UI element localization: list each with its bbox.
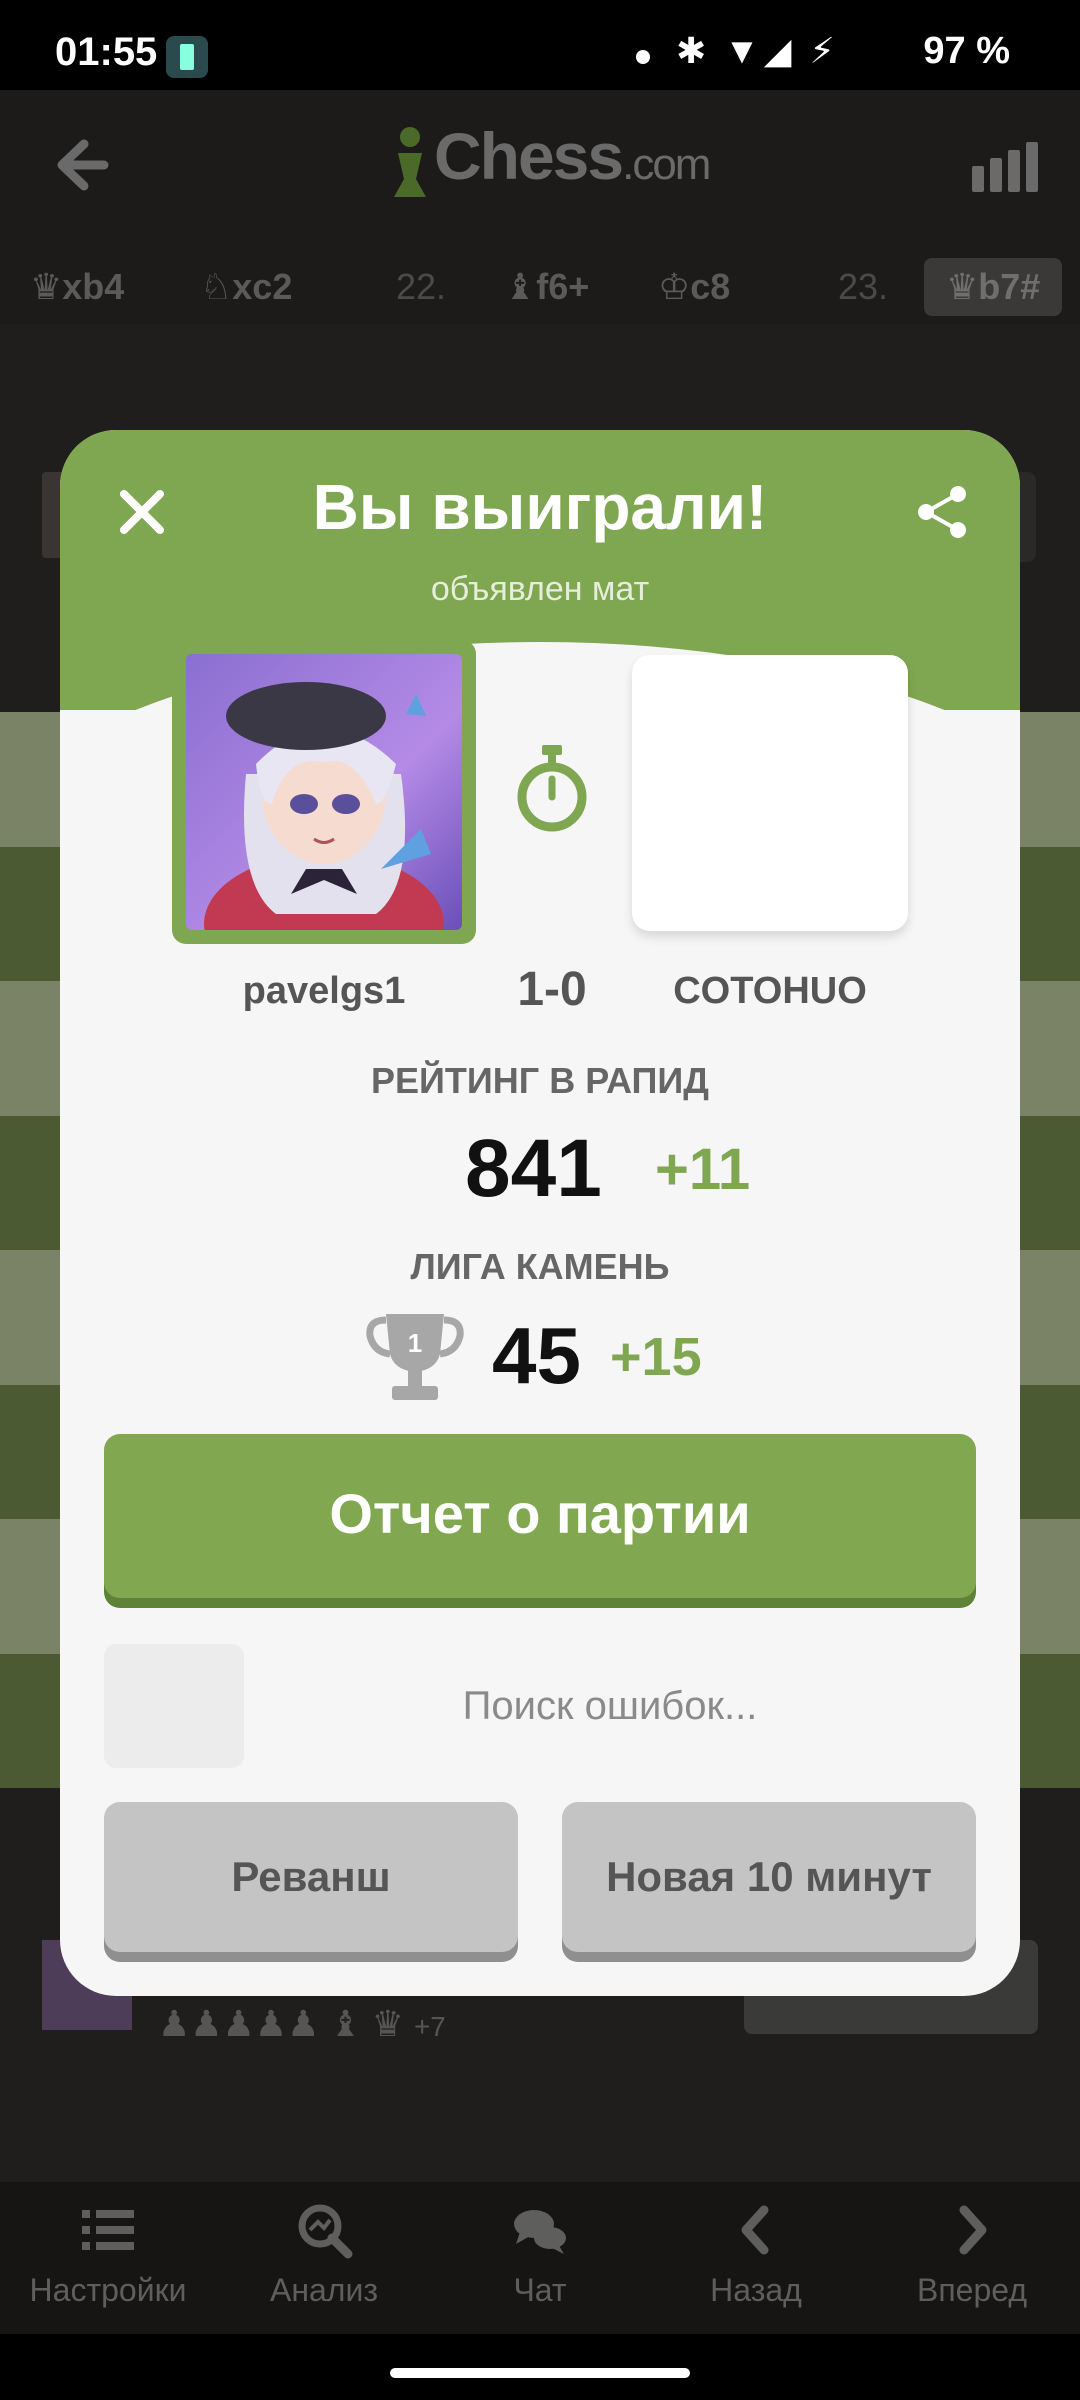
league-points-change: +15 [610, 1327, 702, 1387]
nav-settings[interactable]: Настройки [8, 2200, 208, 2309]
move-list[interactable]: ♛xb4 ♘xc2 22. ♝f6+ ♔c8 23. ♛b7# [0, 250, 1080, 324]
bottom-navigation: Настройки Анализ Чат Назад Вперед [0, 2182, 1080, 2334]
app-notification-icon [166, 36, 208, 78]
logo-suffix: .com [622, 140, 711, 189]
rating-value: 841 [465, 1123, 602, 1214]
connectivity-icons: ✱ ▼◢ ⚡ [676, 30, 839, 71]
captured-pieces-list: ♟♟♟♟♟ ♝ ♛ [158, 2003, 404, 2044]
rating-change: +11 [655, 1137, 751, 1202]
nav-label: Анализ [269, 2272, 379, 2308]
battery-level: 97 % [923, 30, 1010, 72]
move-number: 22. [396, 266, 447, 307]
nav-chat[interactable]: Чат [440, 2200, 640, 2309]
nav-label: Назад [710, 2272, 802, 2308]
nav-analysis[interactable]: Анализ [224, 2200, 424, 2309]
move-item[interactable]: ♛xb4 [30, 258, 124, 316]
winner-avatar-frame [172, 640, 476, 944]
nav-forward[interactable]: Вперед [872, 2200, 1072, 2309]
game-report-button[interactable]: Отчет о партии [104, 1434, 976, 1598]
dialog-title: Вы выиграли! [312, 471, 768, 543]
chevron-right-icon [959, 2205, 987, 2255]
opponent-username[interactable]: COTOHUO [620, 970, 920, 1013]
rating-label: РЕЙТИНГ В РАПИД [371, 1060, 709, 1101]
game-score: 1-0 [517, 963, 587, 1016]
nav-back[interactable]: Назад [656, 2200, 856, 2309]
analysis-icon [298, 2204, 353, 2259]
stopwatch-icon [517, 745, 587, 832]
analysis-loading-text: Поиск ошибок... [462, 1684, 758, 1728]
status-time: 01:55 [55, 30, 158, 74]
home-indicator[interactable] [390, 2368, 690, 2378]
nav-label: Вперед [916, 2272, 1028, 2308]
chevron-left-icon [741, 2205, 769, 2255]
league-label: ЛИГА КАМЕНЬ [410, 1246, 670, 1287]
winner-avatar [186, 654, 462, 930]
material-advantage: +7 [413, 2011, 446, 2042]
opponent-avatar-large [632, 655, 908, 931]
trophy-icon: 1 [366, 1314, 464, 1400]
nav-label: Настройки [29, 2272, 187, 2308]
move-number: 23. [838, 266, 889, 307]
logo-text: Chess [434, 119, 624, 193]
anime-avatar-image [186, 654, 462, 930]
game-over-dialog: Вы выиграли! объявлен мат pavelgs1 1-0 C… [60, 430, 1020, 1996]
rematch-button[interactable]: Реванш [104, 1802, 518, 1952]
dialog-subtitle: объявлен мат [430, 570, 650, 608]
system-home-bar [0, 2334, 1080, 2400]
notification-dot-icon [636, 50, 650, 64]
trophy-rank: 1 [408, 1328, 422, 1358]
captured-pieces: ♟♟♟♟♟ ♝ ♛ +7 [158, 2003, 446, 2045]
chess-com-logo: Chess.com [390, 118, 711, 194]
nav-label: Чат [513, 2272, 567, 2308]
move-item[interactable]: ♔c8 [658, 258, 730, 316]
league-points: 45 [492, 1311, 581, 1400]
move-item[interactable]: ♘xc2 [200, 258, 292, 316]
chat-icon [514, 2210, 566, 2254]
list-icon [82, 2210, 134, 2250]
back-arrow-icon[interactable] [44, 130, 114, 200]
status-bar: 01:55 ✱ ▼◢ ⚡ 97 % [0, 0, 1080, 90]
move-item-current[interactable]: ♛b7# [924, 258, 1063, 316]
share-icon[interactable] [912, 482, 972, 542]
move-item[interactable]: ♝f6+ [504, 258, 589, 316]
winner-username[interactable]: pavelgs1 [172, 970, 476, 1013]
new-game-button[interactable]: Новая 10 минут [562, 1802, 976, 1952]
analysis-placeholder [104, 1644, 244, 1768]
stats-bars-icon[interactable] [972, 142, 1038, 192]
